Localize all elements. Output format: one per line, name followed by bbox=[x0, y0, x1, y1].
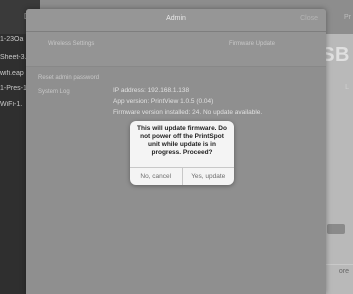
sidebar-item-label: Sheet-3. bbox=[0, 54, 27, 61]
background-side-text: L bbox=[345, 84, 349, 91]
system-log-label: System Log bbox=[38, 89, 70, 95]
admin-header: Admin Close bbox=[26, 9, 326, 32]
alert-button-row: No, cancel Yes, update bbox=[130, 167, 234, 185]
sidebar-item-label: WiFi-1. bbox=[0, 101, 23, 108]
sidebar-item-label: 1-Pres-1 bbox=[0, 85, 27, 92]
tab-wireless-settings[interactable]: Wireless Settings bbox=[48, 41, 94, 47]
background-control bbox=[327, 224, 345, 234]
confirm-update-button[interactable]: Yes, update bbox=[181, 168, 235, 185]
cancel-button[interactable]: No, cancel bbox=[130, 168, 182, 185]
app-version-text: App version: PrintView 1.0.5 (0.04) bbox=[113, 98, 214, 105]
ip-address-text: IP address: 192.168.1.138 bbox=[113, 87, 190, 94]
admin-title: Admin bbox=[166, 15, 186, 22]
firmware-update-alert: This will update firmware. Do not power … bbox=[130, 121, 234, 185]
tab-firmware-update[interactable]: Firmware Update bbox=[229, 41, 275, 47]
firmware-status-text: Firmware version installed: 24. No updat… bbox=[113, 109, 263, 116]
background-bottom-text: ore bbox=[338, 268, 349, 275]
close-button[interactable]: Close bbox=[300, 15, 318, 22]
reset-admin-password-button[interactable]: Reset admin password bbox=[38, 75, 99, 81]
sidebar-item-label: 1-23Oa bbox=[0, 36, 24, 43]
sidebar-item-label: wifi.eap bbox=[0, 70, 24, 77]
background-topbar-text: Pr bbox=[344, 14, 351, 21]
admin-tabs: Wireless Settings Firmware Update bbox=[26, 32, 326, 67]
alert-message: This will update firmware. Do not power … bbox=[137, 125, 227, 156]
